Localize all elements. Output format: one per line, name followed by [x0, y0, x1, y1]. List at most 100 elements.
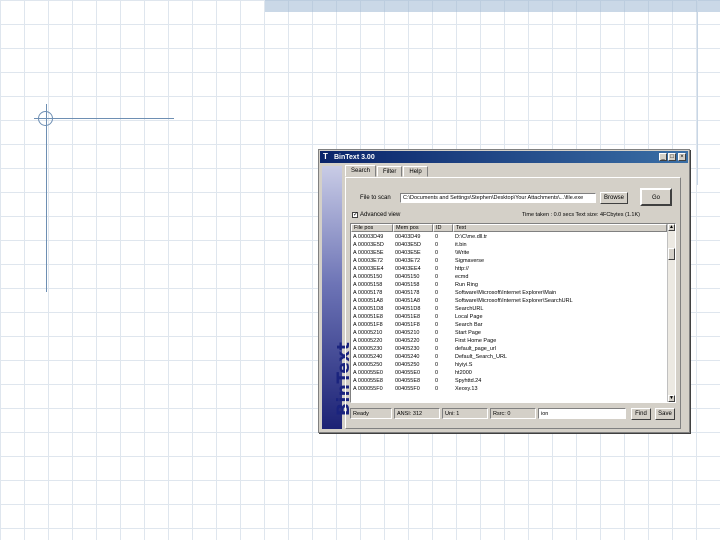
list-header: File pos Mem pos ID Text	[351, 224, 667, 232]
cell-id: 0	[435, 354, 439, 360]
cell-mem-pos: 00405150	[395, 274, 420, 280]
tab-search[interactable]: Search	[345, 165, 377, 177]
go-button[interactable]: Go	[640, 188, 672, 206]
results-list[interactable]: File pos Mem pos ID Text A 00003D49 00403…	[350, 223, 676, 403]
save-button[interactable]: Save	[655, 408, 675, 420]
cell-id: 0	[435, 266, 439, 272]
cell-mem-pos: 004051D8	[395, 306, 421, 312]
table-row[interactable]: A 00003E5E 00403E5E 0 \Write	[351, 249, 667, 257]
tab-filter[interactable]: Filter	[377, 166, 403, 177]
cell-text: hiyiyi.S	[455, 362, 473, 368]
cell-file-pos: A 00003E5D	[353, 242, 384, 248]
cell-text: D:\C\me.dll.tr	[455, 234, 488, 240]
table-row[interactable]: A 00005158 00405158 0 Run Ring	[351, 281, 667, 289]
cell-file-pos: A 00003EE4	[353, 266, 384, 272]
table-row[interactable]: A 000051F8 004051F8 0 Search Bar	[351, 321, 667, 329]
scan-time-info: Time taken : 0.0 secs Text size: 4FCbyte…	[522, 212, 640, 218]
cell-mem-pos: 004055E0	[395, 370, 421, 376]
file-path-input[interactable]: C:\Documents and Settings\Stephen\Deskto…	[400, 193, 596, 203]
cell-text: it.bin	[455, 242, 467, 248]
table-row[interactable]: A 00003E72 00403E72 0 Sigmaverse	[351, 257, 667, 265]
cell-id: 0	[435, 306, 439, 312]
find-text-input[interactable]: ion	[538, 408, 626, 419]
tab-help[interactable]: Help	[403, 166, 428, 177]
cell-mem-pos: 00405230	[395, 346, 420, 352]
title-bar[interactable]: T BinText 3.00 _ □ ×	[320, 151, 688, 163]
table-row[interactable]: A 00003D49 00403D49 0 D:\C\me.dll.tr	[351, 233, 667, 241]
advanced-view-label[interactable]: Advanced view	[360, 212, 400, 218]
table-row[interactable]: A 00003E5D 00403E5D 0 it.bin	[351, 241, 667, 249]
cell-file-pos: A 00005250	[353, 362, 383, 368]
cell-file-pos: A 000051E8	[353, 314, 383, 320]
status-bar: Ready ANSI: 312 Uni: 1 Rsrc: 0 ion Find …	[350, 408, 676, 420]
status-ansi-count: ANSI: 312	[394, 408, 440, 419]
cell-mem-pos: 00403E5E	[395, 250, 421, 256]
cell-mem-pos: 00403E72	[395, 258, 421, 264]
cell-id: 0	[435, 314, 439, 320]
cell-id: 0	[435, 346, 439, 352]
table-row[interactable]: A 000055F0 004055F0 0 Xeoxy.13	[351, 385, 667, 393]
table-row[interactable]: A 000055E0 004055E0 0 ht2000	[351, 369, 667, 377]
cell-mem-pos: 004051E8	[395, 314, 421, 320]
column-header-text[interactable]: Text	[453, 224, 667, 232]
cell-file-pos: A 00005230	[353, 346, 383, 352]
cell-file-pos: A 000055E0	[353, 370, 383, 376]
cell-file-pos: A 000055F0	[353, 386, 383, 392]
cell-file-pos: A 00005178	[353, 290, 383, 296]
table-row[interactable]: A 000055E8 004055E8 0 Spyhttd.24	[351, 377, 667, 385]
cell-id: 0	[435, 322, 439, 328]
cell-mem-pos: 00405210	[395, 330, 420, 336]
table-row[interactable]: A 00005250 00405250 0 hiyiyi.S	[351, 361, 667, 369]
close-button[interactable]: ×	[678, 153, 686, 161]
cell-mem-pos: 00405158	[395, 282, 420, 288]
search-panel: File to scan C:\Documents and Settings\S…	[345, 177, 681, 429]
cell-mem-pos: 00403EE4	[395, 266, 421, 272]
brand-sidebar: BinText	[322, 166, 354, 429]
cell-file-pos: A 00005220	[353, 338, 383, 344]
cell-text: ht2000	[455, 370, 472, 376]
cell-id: 0	[435, 290, 439, 296]
table-row[interactable]: A 00005220 00405220 0 First Home Page	[351, 337, 667, 345]
cell-id: 0	[435, 330, 439, 336]
cell-file-pos: A 000051A8	[353, 298, 383, 304]
cell-file-pos: A 00005240	[353, 354, 383, 360]
decorative-vertical-line	[46, 104, 47, 292]
cell-mem-pos: 00403D49	[395, 234, 421, 240]
table-row[interactable]: A 000051E8 004051E8 0 Local Page	[351, 313, 667, 321]
find-button[interactable]: Find	[631, 408, 651, 420]
maximize-button[interactable]: □	[668, 153, 676, 161]
cell-id: 0	[435, 282, 439, 288]
scroll-up-icon[interactable]: ▲	[668, 224, 675, 231]
table-row[interactable]: A 00005150 00405150 0 ecmd	[351, 273, 667, 281]
cell-text: \Write	[455, 250, 470, 256]
table-row[interactable]: A 00005178 00405178 0 Software\Microsoft\In…	[351, 289, 667, 297]
cell-mem-pos: 00405240	[395, 354, 420, 360]
column-header-file-pos[interactable]: File pos	[351, 224, 393, 232]
vertical-scrollbar[interactable]: ▲ ▼	[667, 224, 675, 402]
cell-text: default_page_url	[455, 346, 496, 352]
status-ready: Ready	[350, 408, 392, 419]
table-row[interactable]: A 00003EE4 00403EE4 0 http://	[351, 265, 667, 273]
decorative-top-band	[265, 0, 720, 12]
table-row[interactable]: A 000051D8 004051D8 0 SearchURL	[351, 305, 667, 313]
cell-id: 0	[435, 370, 439, 376]
cell-text: ecmd	[455, 274, 469, 280]
table-row[interactable]: A 000051A8 004051A8 0 Software\Microsoft\In…	[351, 297, 667, 305]
table-row[interactable]: A 00005230 00405230 0 default_page_url	[351, 345, 667, 353]
table-row[interactable]: A 00005210 00405210 0 Start Page	[351, 329, 667, 337]
scroll-thumb[interactable]	[668, 248, 675, 260]
list-rows: A 00003D49 00403D49 0 D:\C\me.dll.tr A 00003…	[351, 233, 667, 393]
cell-text: Default_Search_URL	[455, 354, 507, 360]
minimize-button[interactable]: _	[659, 153, 667, 161]
cell-id: 0	[435, 362, 439, 368]
browse-button[interactable]: Browse	[600, 192, 628, 204]
cell-id: 0	[435, 378, 439, 384]
cell-id: 0	[435, 338, 439, 344]
cell-file-pos: A 00003E5E	[353, 250, 384, 256]
table-row[interactable]: A 00005240 00405240 0 Default_Search_URL	[351, 353, 667, 361]
advanced-view-checkbox[interactable]: ✓	[352, 212, 358, 218]
column-header-mem-pos[interactable]: Mem pos	[393, 224, 433, 232]
scroll-down-icon[interactable]: ▼	[668, 395, 675, 402]
cell-text: Software\Microsoft\Internet Explorer\Mai…	[455, 290, 557, 296]
column-header-id[interactable]: ID	[433, 224, 453, 232]
